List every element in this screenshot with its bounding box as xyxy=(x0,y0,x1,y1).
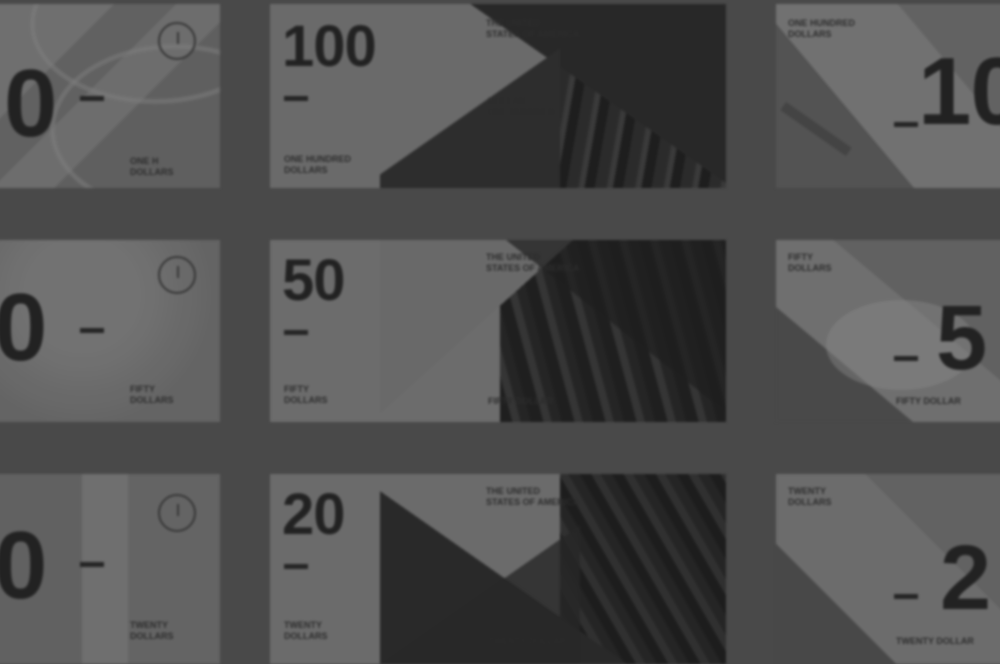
note-name: FIFTY DOLLARS xyxy=(284,384,328,405)
denomination-number: 5 xyxy=(936,287,987,389)
banknote-20-right-partial: TWENTY DOLLARS 2 TWENTY DOLLAR xyxy=(776,474,1000,664)
note-header: THE UNITED STATES OF AMERICA xyxy=(486,18,580,39)
stripe-decoration xyxy=(780,101,852,157)
banknote-50-right-partial: FIFTY DOLLARS 5 FIFTY DOLLAR xyxy=(776,240,1000,422)
denomination-number: 0 xyxy=(0,274,47,381)
note-header: THE UNITED STATES OF AMERICA xyxy=(486,252,580,273)
denomination-number: 50 xyxy=(282,248,346,313)
banknote-20-left-partial: 0 TWENTY DOLLARS xyxy=(0,474,220,664)
note-name: TWENTY DOLLARS xyxy=(284,620,328,641)
banknote-100: 100 ONE HUNDRED DOLLARS THE UNITED STATE… xyxy=(270,4,726,188)
seal-icon xyxy=(158,256,196,294)
banknote-100-right-partial: ONE HUNDRED DOLLARS 10 xyxy=(776,4,1000,188)
seal-icon xyxy=(158,22,196,60)
denomination-number: 2 xyxy=(940,527,991,629)
note-caption: FIFTY DOLLARS xyxy=(130,384,174,405)
dash-mark xyxy=(80,562,104,567)
denomination-number: 0 xyxy=(4,50,57,157)
dash-mark xyxy=(284,330,308,335)
note-subheader: TWENTY DOLLAR xyxy=(896,636,974,646)
note-caption: ONE H DOLLARS xyxy=(130,156,174,177)
denomination-number: 100 xyxy=(282,14,377,79)
banknote-grid: 0 ONE H DOLLARS 100 ONE HUNDRED DOLLARS … xyxy=(0,0,1000,664)
note-header: ONE HUNDRED DOLLARS xyxy=(788,18,856,39)
dash-mark xyxy=(80,96,104,101)
note-header: FIFTY DOLLARS xyxy=(788,252,832,273)
dash-mark xyxy=(894,356,918,361)
note-header: TWENTY DOLLARS xyxy=(788,486,832,507)
banknote-50: 50 FIFTY DOLLARS THE UNITED STATES OF AM… xyxy=(270,240,726,422)
banknote-50-left-partial: 0 FIFTY DOLLARS xyxy=(0,240,220,422)
denomination-number: 10 xyxy=(918,38,1000,145)
dash-mark xyxy=(80,328,104,333)
banknote-100-left-partial: 0 ONE H DOLLARS xyxy=(0,4,220,188)
denomination-number: 0 xyxy=(0,512,47,619)
note-subheader: TWENTY DOLLAR xyxy=(488,636,566,646)
seal-icon xyxy=(158,494,196,532)
note-name: ONE HUNDRED DOLLARS xyxy=(284,154,352,175)
dash-mark xyxy=(894,594,918,599)
note-header: THE UNITED STATES OF AMERICA xyxy=(486,486,580,507)
note-subheader: DOLLAR ONE HUNDRED xyxy=(488,96,556,117)
dash-mark xyxy=(284,96,308,101)
banknote-20: 20 TWENTY DOLLARS THE UNITED STATES OF A… xyxy=(270,474,726,664)
dash-mark xyxy=(894,122,918,127)
denomination-number: 20 xyxy=(282,482,346,547)
note-subheader: FIFTY DOLLAR xyxy=(488,396,553,406)
note-subheader: FIFTY DOLLAR xyxy=(896,396,961,406)
note-caption: TWENTY DOLLARS xyxy=(130,620,174,641)
dash-mark xyxy=(284,564,308,569)
